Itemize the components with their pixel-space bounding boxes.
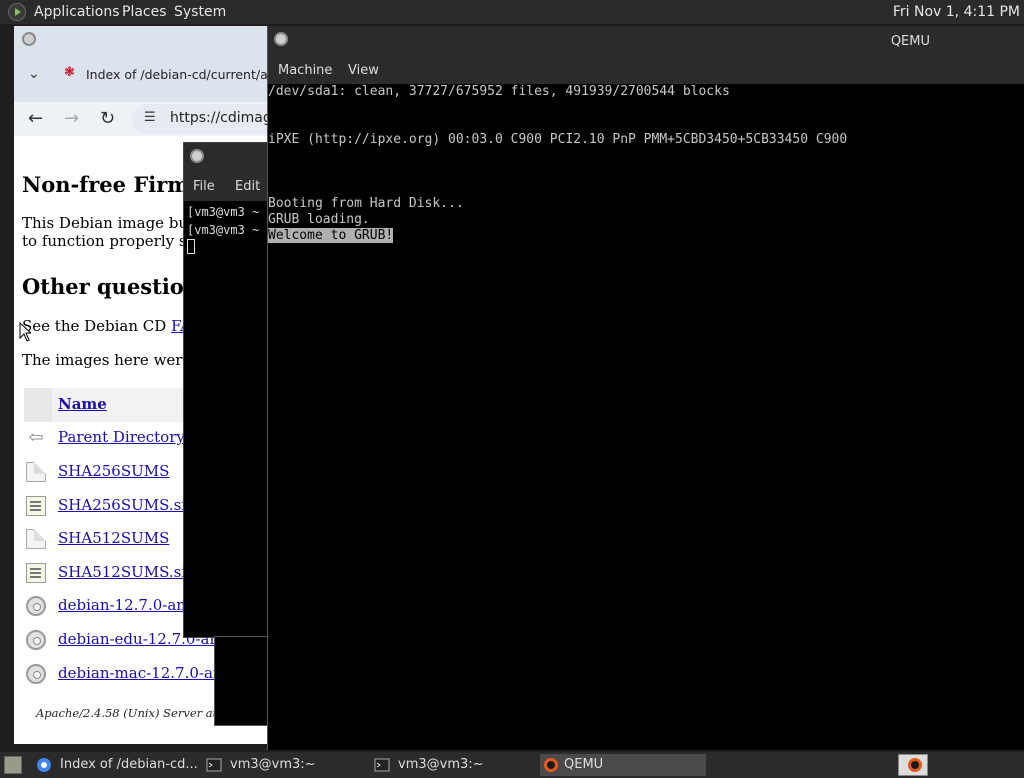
see-faq-text: See the Debian CD FAQ bbox=[22, 317, 203, 335]
vm-console[interactable]: /dev/sda1: clean, 37727/675952 files, 49… bbox=[268, 84, 1024, 750]
tab-list-chevron-icon[interactable]: ⌄ bbox=[28, 66, 40, 82]
window-menu-icon[interactable] bbox=[274, 32, 288, 46]
back-arrow-icon[interactable]: ← bbox=[28, 108, 43, 129]
heading-nonfree-firmware: Non-free Firmw bbox=[22, 172, 208, 197]
menu-system[interactable]: System bbox=[174, 4, 226, 20]
taskbar-item-qemu[interactable]: QEMU bbox=[540, 754, 706, 776]
url-text[interactable]: https://cdimage bbox=[170, 110, 270, 126]
terminal-titlebar[interactable] bbox=[184, 143, 268, 171]
disc-icon bbox=[26, 664, 46, 684]
qemu-titlebar[interactable]: QEMU bbox=[268, 26, 1024, 56]
name-sort-link[interactable]: Name bbox=[58, 395, 107, 413]
distro-logo-icon[interactable] bbox=[8, 3, 26, 21]
workspace-switcher[interactable] bbox=[898, 754, 928, 776]
menu-file[interactable]: File bbox=[193, 179, 215, 194]
taskbar-label: vm3@vm3:~ bbox=[398, 757, 484, 772]
qemu-icon bbox=[908, 758, 922, 772]
file-link[interactable]: SHA512SUMS bbox=[58, 529, 169, 547]
qemu-title: QEMU bbox=[890, 34, 930, 49]
taskbar-item-browser[interactable]: Index of /debian-cd... bbox=[36, 754, 198, 776]
terminal-window: File Edit [vm3@vm3 ~ [vm3@vm3 ~ bbox=[183, 142, 269, 638]
clock[interactable]: Fri Nov 1, 4:11 PM bbox=[893, 4, 1020, 20]
document-icon bbox=[26, 462, 46, 482]
signature-file-icon bbox=[26, 563, 46, 583]
back-icon: ⇦ bbox=[28, 427, 44, 448]
file-link[interactable]: Parent Directory bbox=[58, 428, 185, 446]
file-link[interactable]: SHA256SUMS bbox=[58, 462, 169, 480]
chrome-icon bbox=[37, 758, 51, 772]
paragraph-line: This Debian image build bbox=[22, 214, 208, 232]
terminal-line: [vm3@vm3 ~ bbox=[187, 223, 260, 237]
qemu-menubar: Machine View bbox=[268, 56, 1024, 84]
show-desktop-icon[interactable] bbox=[4, 756, 22, 774]
terminal-cursor bbox=[187, 239, 195, 254]
window-menu-icon[interactable] bbox=[190, 149, 204, 163]
console-line-fsck: /dev/sda1: clean, 37727/675952 files, 49… bbox=[268, 84, 730, 99]
taskbar-label: Index of /debian-cd... bbox=[60, 757, 198, 772]
taskbar-label: vm3@vm3:~ bbox=[230, 757, 316, 772]
header-icon-cell bbox=[24, 388, 52, 422]
terminal-window-2[interactable] bbox=[214, 636, 270, 726]
terminal-icon bbox=[374, 758, 390, 772]
signature-file-icon bbox=[26, 496, 46, 516]
qemu-window: QEMU Machine View /dev/sda1: clean, 3772… bbox=[267, 26, 1024, 750]
document-icon bbox=[26, 529, 46, 549]
console-line-welcome: Welcome to GRUB! bbox=[268, 228, 394, 243]
window-menu-icon[interactable] bbox=[22, 32, 36, 46]
taskbar: Index of /debian-cd... vm3@vm3:~ vm3@vm3… bbox=[0, 752, 1024, 778]
disc-icon bbox=[26, 596, 46, 616]
disc-icon bbox=[26, 630, 46, 650]
taskbar-item-terminal-2[interactable]: vm3@vm3:~ bbox=[374, 754, 534, 776]
console-line-ipxe: iPXE (http://ipxe.org) 00:03.0 C900 PCI2… bbox=[268, 132, 848, 147]
menu-applications[interactable]: Applications bbox=[34, 4, 120, 20]
taskbar-item-terminal[interactable]: vm3@vm3:~ bbox=[206, 754, 366, 776]
console-line-boot: Booting from Hard Disk... bbox=[268, 196, 464, 211]
terminal-menubar: File Edit bbox=[184, 171, 268, 201]
menu-view[interactable]: View bbox=[348, 63, 379, 78]
taskbar-label: QEMU bbox=[564, 757, 604, 772]
site-info-icon[interactable]: ☰ bbox=[144, 110, 156, 125]
menu-machine[interactable]: Machine bbox=[278, 63, 332, 78]
console-line-grub: GRUB loading. bbox=[268, 212, 370, 227]
menu-edit[interactable]: Edit bbox=[235, 179, 260, 194]
reload-icon[interactable]: ↻ bbox=[100, 108, 115, 129]
top-panel: Applications Places System Fri Nov 1, 4:… bbox=[0, 0, 1024, 24]
debian-favicon-icon: ❃ bbox=[64, 65, 75, 80]
forward-arrow-icon[interactable]: → bbox=[64, 108, 79, 129]
terminal-icon bbox=[206, 758, 222, 772]
qemu-icon bbox=[544, 758, 558, 772]
tab-title[interactable]: Index of /debian-cd/current/a bbox=[86, 67, 268, 82]
terminal-line: [vm3@vm3 ~ bbox=[187, 205, 260, 219]
menu-places[interactable]: Places bbox=[122, 4, 167, 20]
mouse-pointer-icon bbox=[19, 322, 31, 342]
server-footer: Apache/2.4.58 (Unix) Server at cd bbox=[36, 706, 235, 720]
see-prefix: See the Debian CD bbox=[22, 317, 172, 335]
